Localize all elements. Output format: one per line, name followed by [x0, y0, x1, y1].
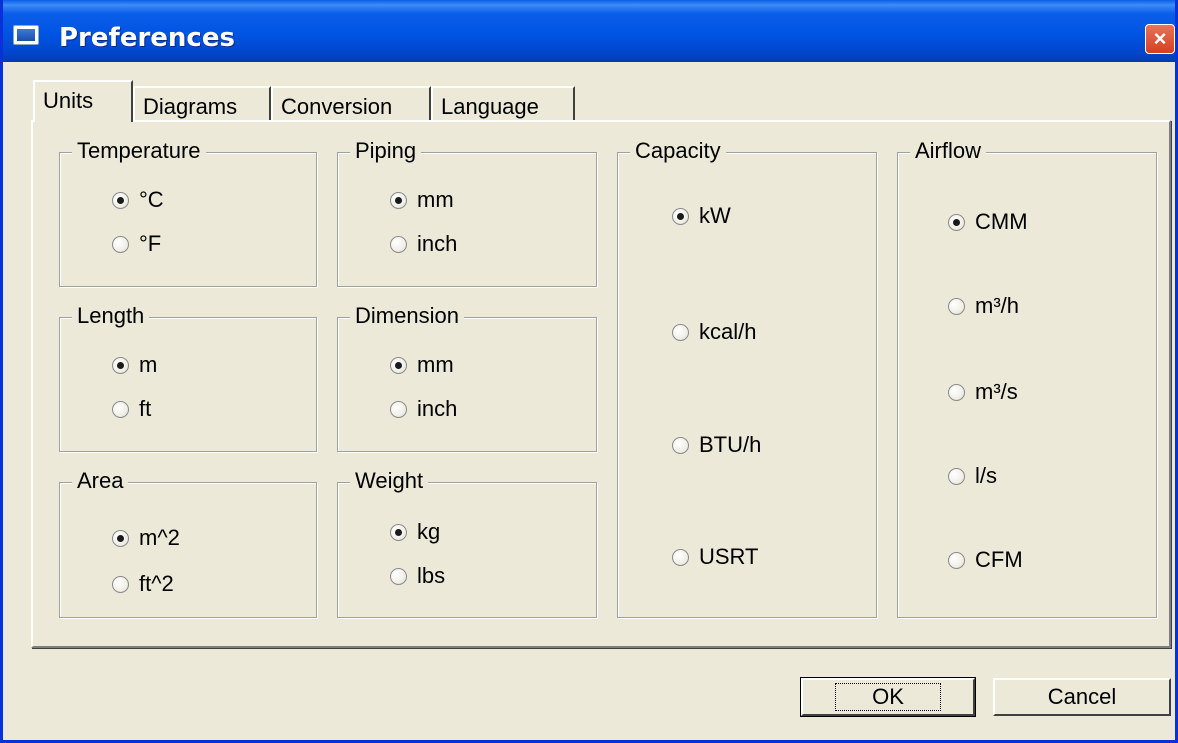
area-ft2-radio[interactable]: ft^2 [112, 571, 174, 597]
dimension-label: Dimension [350, 303, 464, 329]
tab-diagrams[interactable]: Diagrams [133, 86, 271, 120]
capacity-kw-radio[interactable]: kW [672, 203, 731, 229]
title-bar[interactable]: Preferences × [3, 0, 1175, 62]
radio-unselected-icon [672, 323, 689, 341]
radio-unselected-icon [112, 235, 129, 253]
capacity-btuh-radio[interactable]: BTU/h [672, 432, 761, 458]
capacity-usrt-radio[interactable]: USRT [672, 544, 759, 570]
radio-unselected-icon [672, 548, 689, 566]
weight-label: Weight [350, 468, 429, 494]
tab-units[interactable]: Units [33, 80, 133, 122]
tab-language[interactable]: Language [431, 86, 575, 120]
capacity-kcalh-radio[interactable]: kcal/h [672, 319, 756, 345]
temperature-fahrenheit-radio[interactable]: °F [112, 231, 161, 257]
window-title: Preferences [59, 23, 235, 53]
radio-selected-icon [390, 356, 407, 374]
dimension-mm-radio[interactable]: mm [390, 352, 454, 378]
radio-unselected-icon [390, 235, 407, 253]
length-ft-radio[interactable]: ft [112, 396, 151, 422]
airflow-label: Airflow [910, 138, 987, 164]
radio-unselected-icon [390, 567, 407, 585]
weight-kg-radio[interactable]: kg [390, 519, 440, 545]
radio-unselected-icon [390, 400, 407, 418]
area-m2-radio[interactable]: m^2 [112, 525, 180, 551]
ok-button[interactable]: OK [800, 677, 976, 717]
close-button[interactable]: × [1145, 24, 1175, 54]
capacity-label: Capacity [630, 138, 726, 164]
length-m-radio[interactable]: m [112, 352, 157, 378]
area-group: Area m^2 ft^2 [59, 468, 317, 618]
radio-selected-icon [112, 356, 129, 374]
radio-selected-icon [390, 523, 407, 541]
airflow-m3s-radio[interactable]: m³/s [948, 379, 1018, 405]
radio-selected-icon [948, 213, 965, 231]
capacity-group: Capacity kW kcal/h BTU/h USRT [617, 138, 877, 618]
dimension-inch-radio[interactable]: inch [390, 396, 457, 422]
radio-selected-icon [112, 191, 129, 209]
airflow-group: Airflow CMM m³/h m³/s l/s CFM [897, 138, 1157, 618]
piping-inch-radio[interactable]: inch [390, 231, 457, 257]
radio-unselected-icon [948, 383, 965, 401]
airflow-cmm-radio[interactable]: CMM [948, 209, 1028, 235]
radio-selected-icon [112, 529, 129, 547]
cancel-button-label: Cancel [1047, 684, 1117, 709]
tab-conversion[interactable]: Conversion [271, 86, 431, 120]
radio-unselected-icon [948, 467, 965, 485]
dimension-group: Dimension mm inch [337, 303, 597, 452]
area-label: Area [72, 468, 129, 494]
temperature-group: Temperature °C °F [59, 138, 317, 287]
radio-unselected-icon [948, 297, 965, 315]
close-icon: × [1153, 26, 1167, 51]
airflow-ls-radio[interactable]: l/s [948, 463, 997, 489]
temperature-celsius-radio[interactable]: °C [112, 187, 164, 213]
radio-selected-icon [672, 207, 689, 225]
weight-lbs-radio[interactable]: lbs [390, 563, 445, 589]
weight-group: Weight kg lbs [337, 468, 597, 618]
cancel-button[interactable]: Cancel [993, 678, 1171, 716]
radio-unselected-icon [112, 400, 129, 418]
length-label: Length [72, 303, 150, 329]
airflow-cfm-radio[interactable]: CFM [948, 547, 1023, 573]
airflow-m3h-radio[interactable]: m³/h [948, 293, 1019, 319]
piping-group: Piping mm inch [337, 138, 597, 287]
radio-unselected-icon [672, 436, 689, 454]
piping-mm-radio[interactable]: mm [390, 187, 454, 213]
radio-unselected-icon [948, 551, 965, 569]
ok-button-label: OK [835, 683, 941, 711]
temperature-label: Temperature [72, 138, 206, 164]
radio-selected-icon [390, 191, 407, 209]
app-icon [13, 25, 39, 45]
radio-unselected-icon [112, 575, 129, 593]
piping-label: Piping [350, 138, 422, 164]
length-group: Length m ft [59, 303, 317, 452]
preferences-dialog: Preferences × Units Diagrams Conversion … [0, 0, 1178, 743]
